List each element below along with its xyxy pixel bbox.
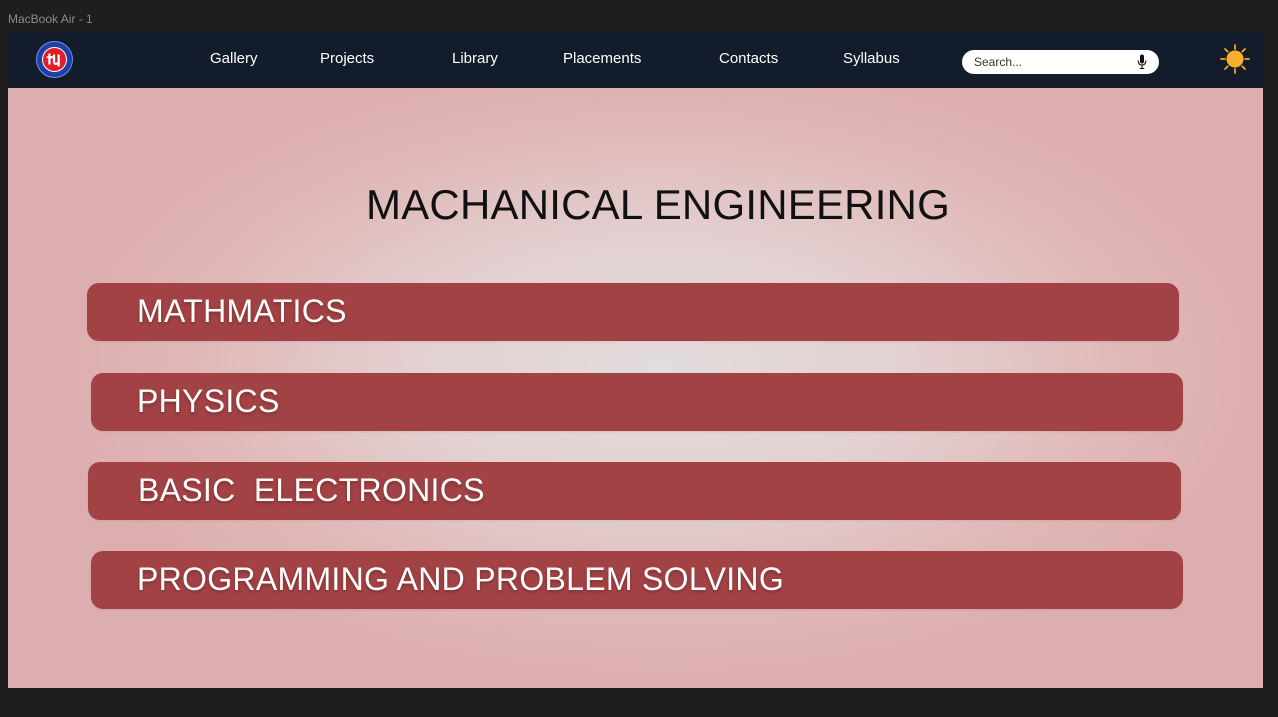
page-title: MACHANICAL ENGINEERING xyxy=(366,181,950,228)
search-input[interactable] xyxy=(974,50,1134,74)
page-frame: Gallery Projects Library Placements Cont… xyxy=(8,31,1263,688)
subject-button-programming[interactable]: PROGRAMMING AND PROBLEM SOLVING xyxy=(91,551,1183,609)
logo-emblem-icon xyxy=(42,47,67,72)
subject-button-mathematics[interactable]: MATHMATICS xyxy=(87,283,1179,341)
main-content: MACHANICAL ENGINEERING MATHMATICS PHYSIC… xyxy=(8,88,1263,688)
microphone-icon[interactable] xyxy=(1137,54,1147,70)
sun-icon[interactable] xyxy=(1220,44,1250,74)
subject-label: PROGRAMMING AND PROBLEM SOLVING xyxy=(137,561,785,597)
subject-button-basic-electronics[interactable]: BASIC ELECTRONICS xyxy=(88,462,1181,520)
nav-link-placements[interactable]: Placements xyxy=(563,50,641,67)
top-navbar: Gallery Projects Library Placements Cont… xyxy=(8,31,1263,88)
subject-label: PHYSICS xyxy=(137,383,280,419)
logo-mark-icon xyxy=(46,53,60,67)
subject-label: BASIC ELECTRONICS xyxy=(138,472,485,508)
frame-label: MacBook Air - 1 xyxy=(8,12,93,26)
nav-link-projects[interactable]: Projects xyxy=(320,50,374,67)
nav-link-gallery[interactable]: Gallery xyxy=(210,50,258,67)
nav-link-syllabus[interactable]: Syllabus xyxy=(843,50,900,67)
subject-button-physics[interactable]: PHYSICS xyxy=(91,373,1183,431)
search-bar xyxy=(962,50,1159,74)
college-logo[interactable] xyxy=(36,41,73,78)
nav-link-contacts[interactable]: Contacts xyxy=(719,50,778,67)
nav-link-library[interactable]: Library xyxy=(452,50,498,67)
subject-label: MATHMATICS xyxy=(137,293,347,329)
